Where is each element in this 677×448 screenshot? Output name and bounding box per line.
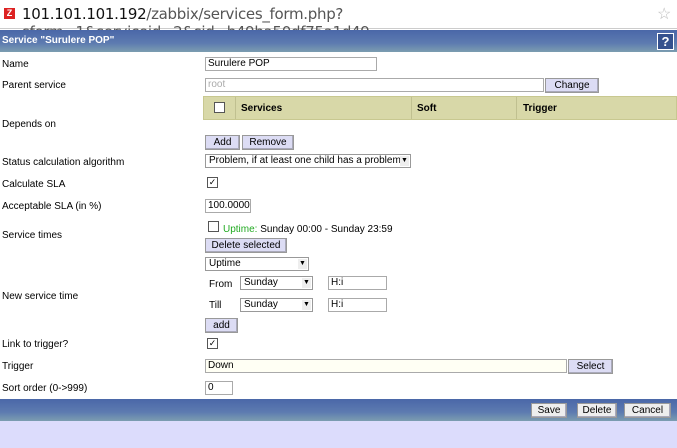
calculate-sla-label: Calculate SLA — [2, 179, 66, 190]
address-bar[interactable]: Z 101.101.101.192/zabbix/services_form.p… — [0, 0, 677, 41]
link-to-trigger-checkbox[interactable]: ✓ — [207, 338, 218, 349]
select-trigger-button[interactable]: Select — [568, 359, 613, 374]
name-label: Name — [2, 59, 29, 70]
from-label: From — [209, 279, 233, 290]
add-dependency-button[interactable]: Add — [205, 135, 240, 150]
remove-dependency-button[interactable]: Remove — [242, 135, 294, 150]
algorithm-label: Status calculation algorithm — [2, 157, 125, 168]
save-button[interactable]: Save — [531, 403, 567, 418]
till-label: Till — [209, 300, 222, 311]
algorithm-value: Problem, if at least one child has a pro… — [209, 155, 401, 166]
algorithm-select[interactable]: Problem, if at least one child has a pro… — [205, 154, 411, 168]
acceptable-sla-label: Acceptable SLA (in %) — [2, 201, 102, 212]
column-trigger: Trigger — [523, 103, 557, 114]
page-bottom — [0, 421, 677, 448]
sort-order-input[interactable]: 0 — [205, 381, 233, 395]
page-title: Service "Surulere POP" — [2, 35, 115, 46]
new-service-time-label: New service time — [2, 291, 79, 302]
depends-table-header: Services Soft Trigger — [203, 96, 677, 120]
column-soft: Soft — [417, 103, 437, 114]
delete-button[interactable]: Delete — [577, 403, 617, 418]
zabbix-favicon-icon: Z — [4, 8, 15, 19]
dropdown-arrow-icon: ▼ — [298, 259, 307, 269]
parent-service-input[interactable]: root — [205, 78, 544, 92]
service-time-entry: Uptime: Sunday 00:00 - Sunday 23:59 — [223, 224, 393, 235]
dropdown-arrow-icon: ▼ — [400, 156, 409, 166]
from-time-input[interactable]: H:i — [328, 276, 387, 290]
till-time-input[interactable]: H:i — [328, 298, 387, 312]
column-services: Services — [241, 103, 283, 114]
calculate-sla-checkbox[interactable]: ✓ — [207, 177, 218, 188]
add-service-time-button[interactable]: add — [205, 318, 238, 333]
cancel-button[interactable]: Cancel — [624, 403, 671, 418]
acceptable-sla-input[interactable]: 100.0000 — [205, 199, 251, 213]
delete-selected-button[interactable]: Delete selected — [205, 238, 287, 253]
link-to-trigger-label: Link to trigger? — [2, 339, 69, 350]
sort-order-label: Sort order (0->999) — [2, 383, 88, 394]
bookmark-star-icon[interactable]: ☆ — [657, 4, 671, 24]
dropdown-arrow-icon: ▼ — [302, 278, 311, 288]
depends-on-label: Depends on — [2, 119, 56, 130]
form-footer — [0, 399, 677, 421]
trigger-label: Trigger — [2, 361, 34, 372]
trigger-input[interactable]: Down — [205, 359, 567, 373]
change-button[interactable]: Change — [545, 78, 599, 93]
service-time-type-select[interactable]: Uptime ▼ — [205, 257, 309, 271]
parent-service-label: Parent service — [2, 80, 66, 91]
select-all-checkbox[interactable] — [214, 102, 225, 113]
service-times-label: Service times — [2, 230, 63, 241]
till-day-select[interactable]: Sunday ▼ — [240, 298, 313, 312]
help-icon[interactable]: ? — [657, 33, 674, 50]
from-day-select[interactable]: Sunday ▼ — [240, 276, 313, 290]
name-input[interactable]: Surulere POP — [205, 57, 377, 71]
dropdown-arrow-icon: ▼ — [302, 300, 311, 310]
service-time-checkbox[interactable] — [208, 221, 219, 232]
